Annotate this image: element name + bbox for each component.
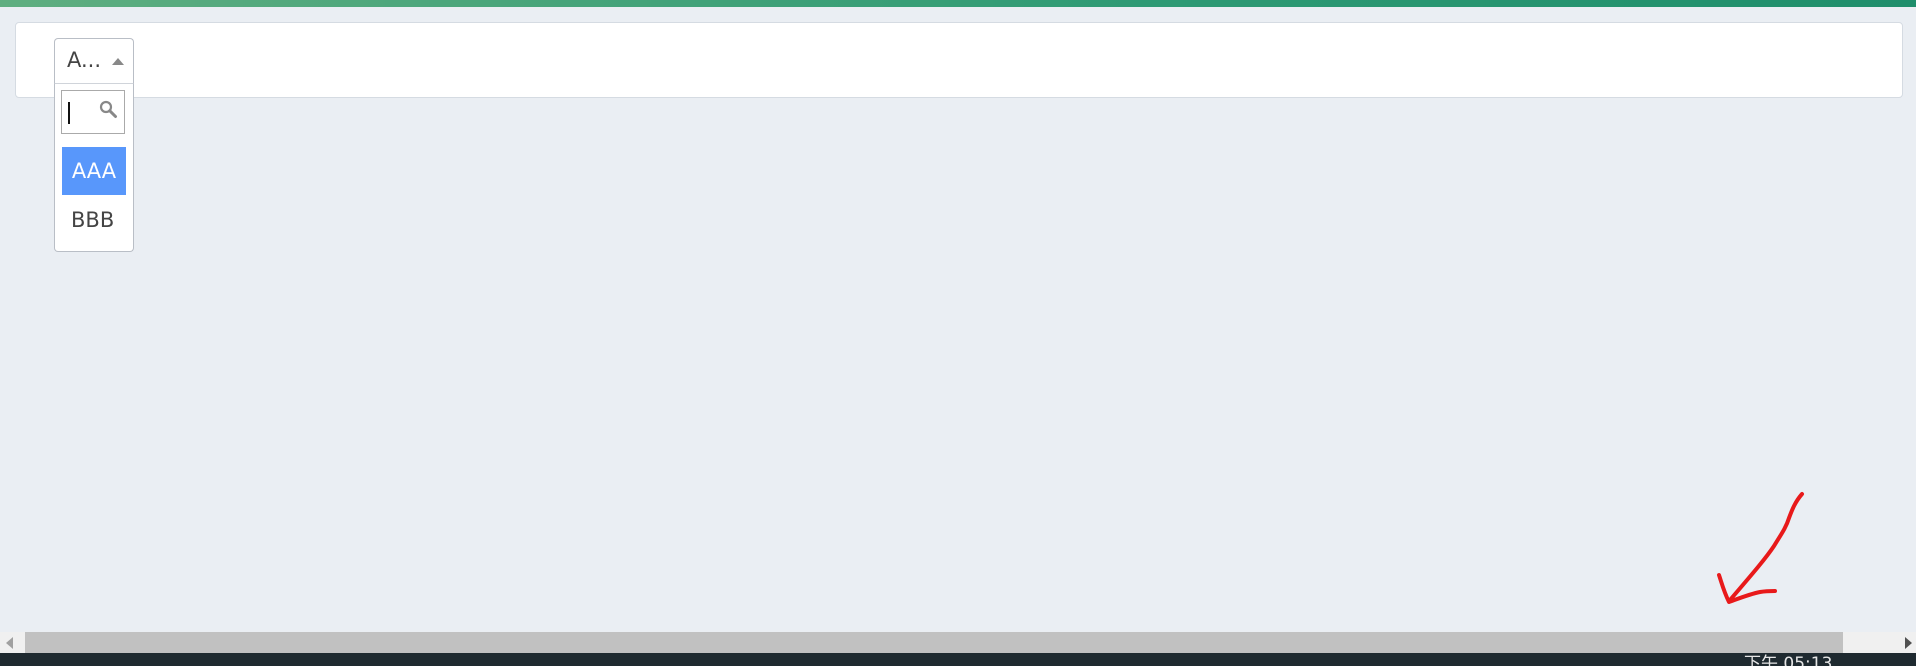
scrollbar-thumb[interactable]	[25, 632, 1843, 653]
search-field[interactable]	[61, 90, 125, 134]
caret-up-icon	[112, 58, 124, 65]
dropdown-option-aaa[interactable]: AAA	[62, 147, 126, 195]
search-icon	[99, 100, 117, 118]
scroll-right-arrow-icon[interactable]	[1905, 637, 1912, 649]
red-arrow-annotation	[1717, 492, 1804, 604]
select-dropdown-panel: AAA BBB	[54, 83, 134, 252]
text-cursor	[68, 102, 70, 124]
select-current-value: A...	[67, 48, 102, 72]
top-accent-bar	[0, 0, 1916, 7]
filter-panel	[15, 22, 1903, 98]
scroll-left-arrow-icon[interactable]	[6, 637, 13, 649]
dropdown-option-bbb[interactable]: BBB	[62, 196, 126, 244]
os-taskbar: 下午 05:13	[0, 653, 1916, 666]
select-dropdown[interactable]: A...	[54, 38, 134, 83]
horizontal-scrollbar[interactable]	[0, 632, 1916, 653]
taskbar-clock: 下午 05:13	[1744, 654, 1833, 666]
